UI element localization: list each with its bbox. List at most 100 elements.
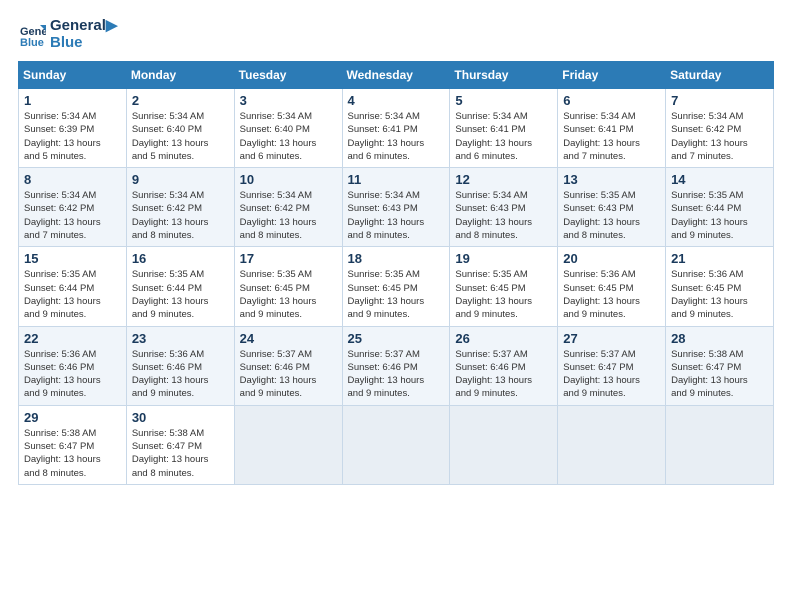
calendar-cell [450, 405, 558, 484]
day-number: 20 [563, 251, 660, 266]
day-info: Sunrise: 5:37 AMSunset: 6:46 PMDaylight:… [348, 348, 445, 401]
day-info: Sunrise: 5:35 AMSunset: 6:44 PMDaylight:… [671, 189, 768, 242]
calendar-week-row: 8 Sunrise: 5:34 AMSunset: 6:42 PMDaylight… [19, 168, 774, 247]
calendar-table: SundayMondayTuesdayWednesdayThursdayFrid… [18, 61, 774, 485]
calendar-cell [234, 405, 342, 484]
calendar-week-row: 15 Sunrise: 5:35 AMSunset: 6:44 PMDayligh… [19, 247, 774, 326]
calendar-cell: 3Sunrise: 5:34 AMSunset: 6:40 PMDaylight… [234, 89, 342, 168]
calendar-cell: 18Sunrise: 5:35 AMSunset: 6:45 PMDayligh… [342, 247, 450, 326]
calendar-cell: 1 Sunrise: 5:34 AMSunset: 6:39 PMDaylight… [19, 89, 127, 168]
day-number: 14 [671, 172, 768, 187]
day-number: 30 [132, 410, 229, 425]
weekday-header: Friday [558, 62, 666, 89]
day-info: Sunrise: 5:34 AMSunset: 6:43 PMDaylight:… [348, 189, 445, 242]
logo-text: General▶ Blue [50, 18, 117, 51]
weekday-header-row: SundayMondayTuesdayWednesdayThursdayFrid… [19, 62, 774, 89]
calendar-cell: 4 Sunrise: 5:34 AMSunset: 6:41 PMDaylight… [342, 89, 450, 168]
day-number: 4 [348, 93, 445, 108]
weekday-header: Monday [126, 62, 234, 89]
day-info: Sunrise: 5:34 AMSunset: 6:40 PMDaylight:… [240, 110, 337, 163]
calendar-cell: 9Sunrise: 5:34 AMSunset: 6:42 PMDaylight… [126, 168, 234, 247]
day-number: 8 [24, 172, 121, 187]
day-number: 2 [132, 93, 229, 108]
calendar-cell: 12 Sunrise: 5:34 AMSunset: 6:43 PMDayligh… [450, 168, 558, 247]
calendar-cell: 16Sunrise: 5:35 AMSunset: 6:44 PMDayligh… [126, 247, 234, 326]
header: General Blue General▶ Blue [18, 18, 774, 51]
calendar-cell: 27Sunrise: 5:37 AMSunset: 6:47 PMDayligh… [558, 326, 666, 405]
weekday-header: Tuesday [234, 62, 342, 89]
day-number: 11 [348, 172, 445, 187]
day-info: Sunrise: 5:34 AMSunset: 6:42 PMDaylight:… [240, 189, 337, 242]
weekday-header: Wednesday [342, 62, 450, 89]
svg-text:Blue: Blue [20, 37, 44, 49]
calendar-week-row: 22 Sunrise: 5:36 AMSunset: 6:46 PMDayligh… [19, 326, 774, 405]
day-info: Sunrise: 5:34 AMSunset: 6:41 PMDaylight:… [455, 110, 552, 163]
calendar-cell [558, 405, 666, 484]
day-info: Sunrise: 5:34 AMSunset: 6:41 PMDaylight:… [348, 110, 445, 163]
day-number: 25 [348, 331, 445, 346]
day-number: 26 [455, 331, 552, 346]
day-info: Sunrise: 5:37 AMSunset: 6:46 PMDaylight:… [455, 348, 552, 401]
calendar-cell: 14 Sunrise: 5:35 AMSunset: 6:44 PMDayligh… [666, 168, 774, 247]
calendar-week-row: 29 Sunrise: 5:38 AMSunset: 6:47 PMDayligh… [19, 405, 774, 484]
day-info: Sunrise: 5:34 AMSunset: 6:41 PMDaylight:… [563, 110, 660, 163]
weekday-header: Saturday [666, 62, 774, 89]
day-info: Sunrise: 5:35 AMSunset: 6:45 PMDaylight:… [348, 268, 445, 321]
day-info: Sunrise: 5:34 AMSunset: 6:42 PMDaylight:… [671, 110, 768, 163]
calendar-cell: 30 Sunrise: 5:38 AMSunset: 6:47 PMDayligh… [126, 405, 234, 484]
day-info: Sunrise: 5:36 AMSunset: 6:45 PMDaylight:… [671, 268, 768, 321]
day-info: Sunrise: 5:36 AMSunset: 6:46 PMDaylight:… [132, 348, 229, 401]
calendar-cell [666, 405, 774, 484]
day-info: Sunrise: 5:35 AMSunset: 6:45 PMDaylight:… [455, 268, 552, 321]
calendar-cell: 17Sunrise: 5:35 AMSunset: 6:45 PMDayligh… [234, 247, 342, 326]
calendar-cell: 2Sunrise: 5:34 AMSunset: 6:40 PMDaylight… [126, 89, 234, 168]
day-number: 1 [24, 93, 121, 108]
calendar-cell: 19 Sunrise: 5:35 AMSunset: 6:45 PMDayligh… [450, 247, 558, 326]
calendar-cell: 11 Sunrise: 5:34 AMSunset: 6:43 PMDayligh… [342, 168, 450, 247]
day-info: Sunrise: 5:38 AMSunset: 6:47 PMDaylight:… [671, 348, 768, 401]
day-number: 27 [563, 331, 660, 346]
day-number: 5 [455, 93, 552, 108]
calendar-cell: 6 Sunrise: 5:34 AMSunset: 6:41 PMDaylight… [558, 89, 666, 168]
day-number: 17 [240, 251, 337, 266]
day-info: Sunrise: 5:34 AMSunset: 6:39 PMDaylight:… [24, 110, 121, 163]
calendar-cell: 24Sunrise: 5:37 AMSunset: 6:46 PMDayligh… [234, 326, 342, 405]
calendar-cell: 5 Sunrise: 5:34 AMSunset: 6:41 PMDaylight… [450, 89, 558, 168]
day-info: Sunrise: 5:35 AMSunset: 6:44 PMDaylight:… [24, 268, 121, 321]
logo-icon: General Blue [18, 21, 46, 49]
calendar-cell: 25 Sunrise: 5:37 AMSunset: 6:46 PMDayligh… [342, 326, 450, 405]
day-info: Sunrise: 5:38 AMSunset: 6:47 PMDaylight:… [24, 427, 121, 480]
day-number: 22 [24, 331, 121, 346]
page: General Blue General▶ Blue SundayMondayT… [0, 0, 792, 612]
day-info: Sunrise: 5:36 AMSunset: 6:45 PMDaylight:… [563, 268, 660, 321]
calendar-cell: 28 Sunrise: 5:38 AMSunset: 6:47 PMDayligh… [666, 326, 774, 405]
day-number: 10 [240, 172, 337, 187]
weekday-header: Sunday [19, 62, 127, 89]
day-info: Sunrise: 5:34 AMSunset: 6:42 PMDaylight:… [24, 189, 121, 242]
day-number: 15 [24, 251, 121, 266]
day-info: Sunrise: 5:38 AMSunset: 6:47 PMDaylight:… [132, 427, 229, 480]
day-number: 13 [563, 172, 660, 187]
day-info: Sunrise: 5:35 AMSunset: 6:43 PMDaylight:… [563, 189, 660, 242]
day-number: 23 [132, 331, 229, 346]
calendar-cell: 21 Sunrise: 5:36 AMSunset: 6:45 PMDayligh… [666, 247, 774, 326]
day-number: 6 [563, 93, 660, 108]
calendar-cell: 13 Sunrise: 5:35 AMSunset: 6:43 PMDayligh… [558, 168, 666, 247]
calendar-cell: 10 Sunrise: 5:34 AMSunset: 6:42 PMDayligh… [234, 168, 342, 247]
day-number: 28 [671, 331, 768, 346]
day-number: 19 [455, 251, 552, 266]
weekday-header: Thursday [450, 62, 558, 89]
calendar-cell: 20 Sunrise: 5:36 AMSunset: 6:45 PMDayligh… [558, 247, 666, 326]
day-info: Sunrise: 5:34 AMSunset: 6:43 PMDaylight:… [455, 189, 552, 242]
day-info: Sunrise: 5:34 AMSunset: 6:42 PMDaylight:… [132, 189, 229, 242]
calendar-cell: 26 Sunrise: 5:37 AMSunset: 6:46 PMDayligh… [450, 326, 558, 405]
day-number: 21 [671, 251, 768, 266]
day-number: 29 [24, 410, 121, 425]
day-number: 12 [455, 172, 552, 187]
calendar-cell: 7 Sunrise: 5:34 AMSunset: 6:42 PMDaylight… [666, 89, 774, 168]
calendar-cell [342, 405, 450, 484]
calendar-week-row: 1 Sunrise: 5:34 AMSunset: 6:39 PMDaylight… [19, 89, 774, 168]
day-info: Sunrise: 5:36 AMSunset: 6:46 PMDaylight:… [24, 348, 121, 401]
day-info: Sunrise: 5:37 AMSunset: 6:46 PMDaylight:… [240, 348, 337, 401]
day-number: 7 [671, 93, 768, 108]
